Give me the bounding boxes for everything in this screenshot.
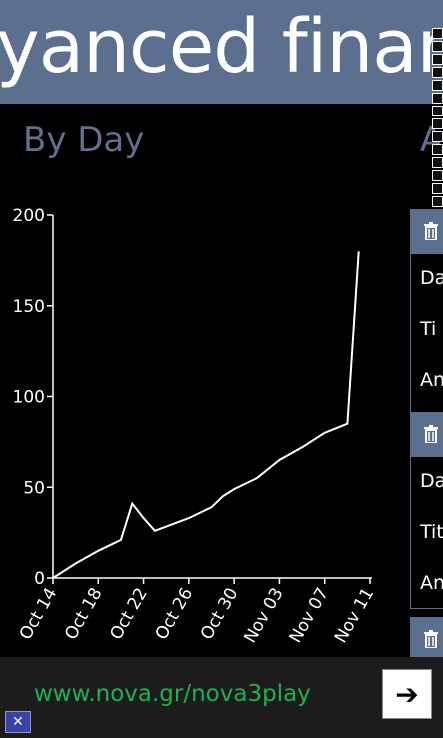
card-row-amount: An — [420, 369, 443, 391]
by-day-line-chart: 050100150200Oct 14 Oct 18 Oct 22 Oct 26 Oct … — [13, 206, 379, 647]
card-header — [411, 210, 443, 254]
x-tick-label: Oct 22 — [106, 585, 152, 644]
card-row-date: Da — [420, 267, 443, 289]
x-tick-label: Nov 11 — [331, 585, 378, 647]
strip-cell — [432, 118, 443, 130]
strip-cell — [432, 144, 443, 156]
card-row-title: Tit — [420, 521, 443, 543]
strip-cell — [432, 92, 443, 104]
card-row-amount: An — [420, 572, 443, 594]
y-tick-label: 100 — [13, 388, 45, 408]
arrow-right-icon[interactable]: ➔ — [382, 669, 432, 719]
x-tick-label: Oct 14 — [16, 585, 62, 644]
strip-cell — [432, 40, 443, 52]
ad-link[interactable]: www.nova.gr/nova3play — [34, 681, 311, 707]
card-row-date: Da — [420, 470, 443, 492]
y-tick-label: 150 — [13, 297, 45, 317]
section-title-by-day: By Day — [23, 120, 145, 160]
close-icon[interactable]: ✕ — [5, 711, 31, 733]
x-tick-label: Nov 03 — [240, 585, 287, 647]
x-tick-label: Oct 26 — [152, 585, 198, 644]
y-tick-label: 50 — [23, 478, 45, 498]
trash-icon[interactable] — [424, 222, 438, 240]
strip-cell — [432, 195, 443, 207]
card-row-title: Ti — [420, 318, 437, 340]
card-header — [411, 618, 443, 662]
x-tick-label: Nov 07 — [286, 585, 333, 647]
strip-cell — [432, 28, 443, 39]
x-tick-label: Oct 18 — [61, 585, 107, 644]
x-tick-label: Oct 30 — [197, 585, 243, 644]
card-header — [411, 413, 443, 457]
strip-cell — [432, 53, 443, 65]
strip-cell — [432, 183, 443, 194]
app-header: yanced finance — [0, 0, 443, 104]
strip-cell — [432, 79, 443, 91]
transaction-card[interactable]: Da Tit An — [410, 412, 443, 609]
y-tick-label: 200 — [13, 206, 45, 226]
strip-cell — [432, 157, 443, 169]
strip-cell — [432, 131, 443, 143]
trash-icon[interactable] — [424, 425, 438, 443]
strip-cell — [432, 170, 443, 182]
app-title: yanced finance — [0, 4, 443, 90]
trash-icon[interactable] — [424, 630, 438, 648]
ad-banner[interactable]: www.nova.gr/nova3play ➔ — [0, 657, 443, 738]
transaction-card[interactable]: Da Ti An — [410, 209, 443, 416]
strip-cell — [432, 105, 443, 117]
series-line — [52, 251, 360, 579]
strip-cell — [432, 66, 443, 78]
